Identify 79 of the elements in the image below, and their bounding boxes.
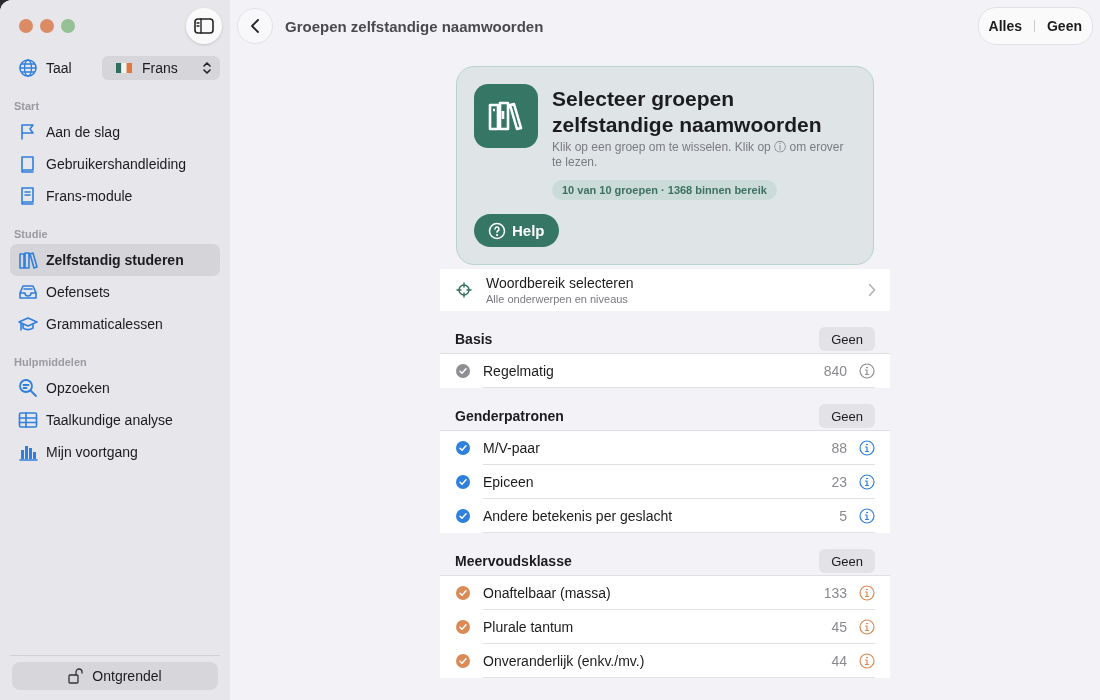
- sidebar-item[interactable]: Zelfstandig studeren: [10, 244, 220, 276]
- back-button[interactable]: [237, 8, 273, 44]
- word-count: 133: [823, 584, 847, 601]
- chevron-up-down-icon: [202, 61, 212, 75]
- card-title: Selecteer groepen zelfstandige naamwoorden: [552, 86, 823, 138]
- graduation-cap-icon: [18, 314, 38, 334]
- info-icon: [859, 439, 875, 456]
- info-icon: [859, 584, 875, 601]
- help-button[interactable]: Help: [474, 214, 559, 247]
- page-title: Groepen zelfstandige naamwoorden: [285, 17, 544, 35]
- window-control[interactable]: [61, 19, 75, 33]
- unlock-button[interactable]: Ontgrendel: [12, 662, 218, 690]
- tray-icon: [18, 282, 38, 302]
- group-name[interactable]: Plurale tantum: [483, 618, 820, 635]
- search-icon: [18, 378, 38, 398]
- sidebar-item[interactable]: Taalkundige analyse: [10, 404, 220, 436]
- sidebar-item[interactable]: Aan de slag: [10, 116, 220, 148]
- row-title: Woordbereik selecteren: [486, 275, 635, 291]
- sidebar-item[interactable]: Gebruikershandleiding: [10, 148, 220, 180]
- word-count: 88: [831, 439, 847, 456]
- info-icon: [859, 618, 875, 635]
- checkbox[interactable]: [456, 475, 470, 489]
- books-icon: [474, 84, 538, 148]
- word-count: 23: [831, 473, 847, 490]
- group-name[interactable]: M/V-paar: [483, 439, 820, 456]
- group-heading: Meervoudsklasse: [455, 553, 572, 569]
- globe-icon: [18, 58, 38, 78]
- card-description: Klik op een groep om te wisselen. Klik op ⓘ om erover te lezen.: [552, 140, 845, 170]
- checkbox[interactable]: [456, 509, 470, 523]
- info-icon: [859, 507, 875, 524]
- unlocked-padlock-icon: [68, 668, 85, 684]
- sidebar-icon: [194, 18, 214, 34]
- deselect-group-button[interactable]: Geen: [819, 404, 875, 428]
- window-control[interactable]: [40, 19, 54, 33]
- books-icon: [18, 250, 38, 270]
- range-selector-row[interactable]: Woordbereik selecteren Alle onderwerpen en niveaus: [440, 269, 890, 311]
- select-all-button[interactable]: Alles: [984, 18, 1026, 34]
- group-name[interactable]: Andere betekenis per geslacht: [483, 507, 828, 524]
- chevron-left-icon: [250, 18, 260, 34]
- deselect-group-button[interactable]: Geen: [819, 327, 875, 351]
- group-name[interactable]: Onaftelbaar (massa): [483, 584, 812, 601]
- group-name[interactable]: Epiceen: [483, 473, 820, 490]
- info-icon: [859, 473, 875, 490]
- sidebar-toggle-button[interactable]: [186, 8, 222, 44]
- word-count: 5: [839, 507, 847, 524]
- help-icon: [488, 221, 506, 240]
- group-heading: Basis: [455, 331, 493, 347]
- deselect-group-button[interactable]: Geen: [819, 549, 875, 573]
- select-none-button[interactable]: Geen: [1043, 18, 1086, 34]
- sidebar-item[interactable]: Frans-module: [10, 180, 220, 212]
- language-dropdown[interactable]: Frans: [102, 56, 220, 80]
- chevron-right-icon: [868, 283, 876, 297]
- flag-icon: [116, 62, 132, 74]
- window-control[interactable]: [19, 19, 33, 33]
- info-icon: [859, 362, 875, 379]
- info-icon: [859, 652, 875, 669]
- sidebar-item[interactable]: Mijn voortgang: [10, 436, 220, 468]
- checkbox[interactable]: [456, 364, 470, 378]
- sidebar-item[interactable]: Grammaticalessen: [10, 308, 220, 340]
- word-count: 45: [831, 618, 847, 635]
- group-name[interactable]: Regelmatig: [483, 362, 812, 379]
- section-heading: Studie: [13, 227, 49, 242]
- row-subtitle: Alle onderwerpen en niveaus: [486, 293, 629, 305]
- crosshair-icon: [456, 282, 472, 298]
- section-heading: Hulpmiddelen: [13, 355, 88, 370]
- section-heading: Start: [13, 99, 41, 114]
- checkbox[interactable]: [456, 586, 470, 600]
- checkbox[interactable]: [456, 654, 470, 668]
- sidebar-item[interactable]: Oefensets: [10, 276, 220, 308]
- checkbox[interactable]: [456, 620, 470, 634]
- word-count: 44: [831, 652, 847, 669]
- word-count: 840: [823, 362, 847, 379]
- summary-badge: 10 van 10 groepen · 1368 binnen bereik: [552, 180, 777, 200]
- language-label: Taal: [46, 60, 72, 76]
- sidebar-item[interactable]: Opzoeken: [10, 372, 220, 404]
- group-name[interactable]: Onveranderlijk (enkv./mv.): [483, 652, 820, 669]
- group-heading: Genderpatronen: [455, 408, 564, 424]
- checkbox[interactable]: [456, 441, 470, 455]
- table-icon: [18, 410, 38, 430]
